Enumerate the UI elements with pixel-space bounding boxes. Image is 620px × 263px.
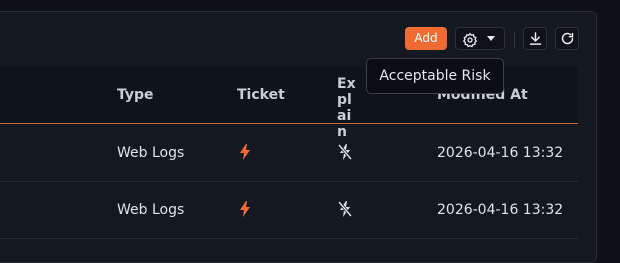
download-button[interactable]: [523, 27, 547, 50]
gear-icon: [462, 32, 478, 48]
modified-at-cell: 2026-04-16 13:32: [437, 202, 564, 218]
type-cell: Web Logs: [117, 202, 185, 218]
type-cell: Web Logs: [117, 145, 185, 161]
add-button[interactable]: Add: [405, 27, 447, 50]
bolt-off-icon[interactable]: [338, 201, 352, 217]
modified-at-cell: 2026-04-16 13:32: [437, 145, 564, 161]
bolt-icon[interactable]: [239, 144, 251, 160]
tooltip: Acceptable Risk: [366, 58, 504, 94]
settings-dropdown-button[interactable]: [455, 27, 505, 50]
toolbar-divider: [514, 31, 515, 47]
refresh-icon: [561, 32, 574, 45]
bolt-icon[interactable]: [239, 201, 251, 217]
chevron-down-icon: [487, 36, 495, 41]
refresh-button[interactable]: [555, 27, 579, 50]
download-icon: [529, 32, 542, 45]
toolbar: Add: [0, 27, 620, 51]
bolt-off-icon[interactable]: [338, 144, 352, 160]
column-header-ticket[interactable]: Ticket: [237, 87, 285, 103]
column-header-type[interactable]: Type: [117, 87, 154, 103]
table-row[interactable]: Web Logs 2026-04-16 13:32: [0, 124, 578, 182]
table-row[interactable]: Web Logs 2026-04-16 13:32: [0, 181, 578, 239]
